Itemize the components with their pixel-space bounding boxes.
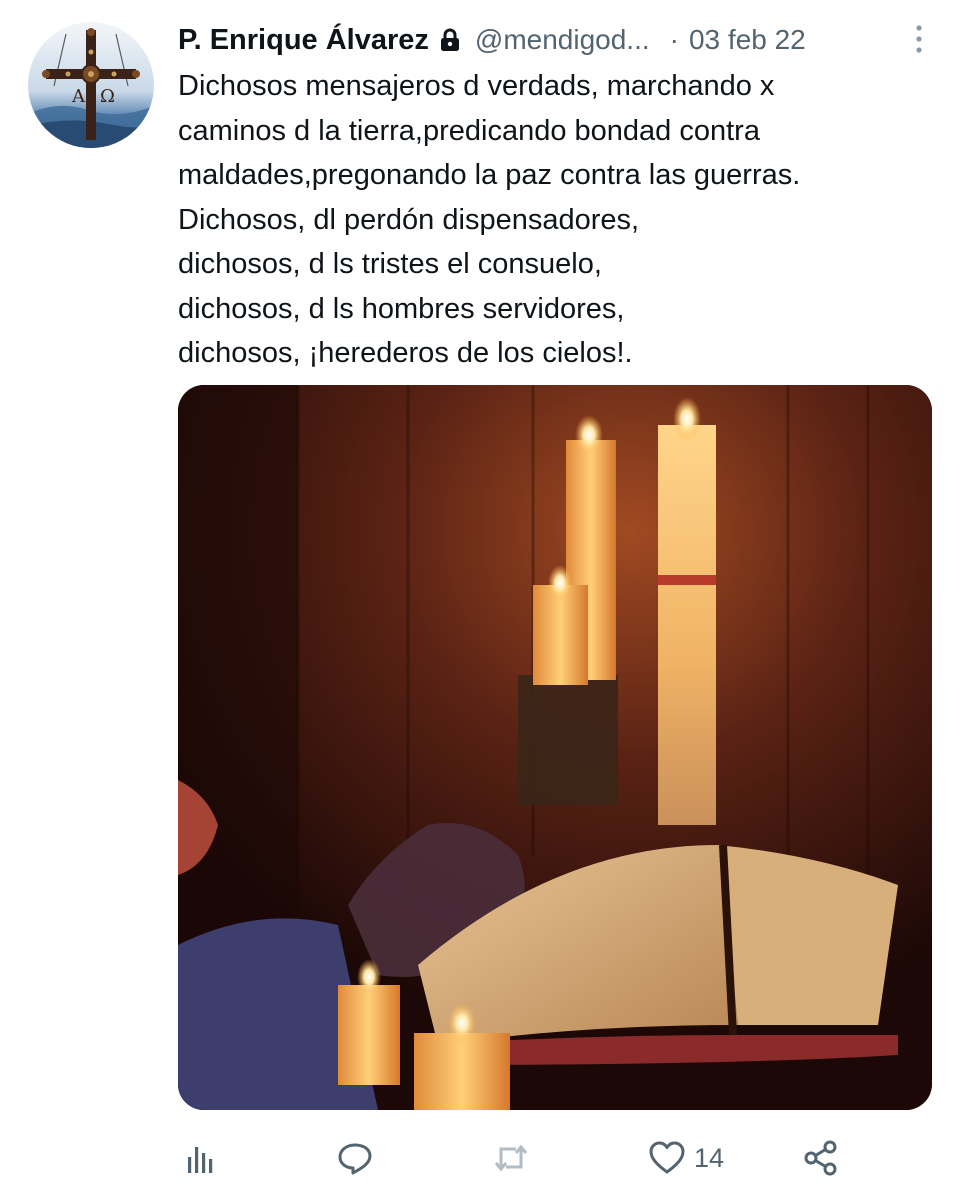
- avatar-cross-image: A Ω: [28, 22, 154, 148]
- tweet-text-line: dichosos, ¡herederos de los cielos!.: [178, 337, 633, 369]
- tweet-text-line: caminos d la tierra,predicando bondad co…: [178, 114, 760, 147]
- tweet-text: Dichosos mensajeros d verdads, marchando…: [178, 64, 918, 376]
- tweet-header: P. Enrique Álvarez @mendigod... · 03 feb…: [178, 18, 938, 62]
- bar-chart-icon: [188, 1147, 213, 1173]
- tweet-text-line: Dichosos, dl perdón dispensadores,: [178, 203, 640, 236]
- avatar-omega-letter: Ω: [100, 86, 115, 107]
- like-count: 14: [694, 1142, 725, 1173]
- share-icon: [804, 1140, 837, 1176]
- author-display-name[interactable]: P. Enrique Álvarez: [178, 24, 429, 57]
- tweet-action-bar: 14: [178, 1128, 938, 1188]
- lock-icon: [439, 28, 461, 52]
- heart-icon: [649, 1141, 685, 1174]
- tweet-text-line: Dichosos mensajeros d verdads, marchando…: [178, 70, 775, 102]
- header-separator: ·: [669, 24, 679, 55]
- candlelit-altar-photo: [178, 385, 932, 1110]
- reply-icon: [338, 1143, 372, 1175]
- author-handle[interactable]: @mendigod...: [475, 24, 650, 56]
- tweet-text-line: maldades,pregonando la paz contra las gu…: [178, 159, 801, 191]
- share-button[interactable]: [802, 1128, 840, 1188]
- tweet-date[interactable]: 03 feb 22: [689, 24, 806, 56]
- tweet-media-photo[interactable]: [178, 385, 932, 1110]
- like-button[interactable]: 14: [648, 1128, 724, 1188]
- retweet-button[interactable]: [492, 1128, 530, 1188]
- avatar[interactable]: A Ω: [28, 22, 154, 148]
- views-button[interactable]: [182, 1128, 220, 1188]
- retweet-icon: [494, 1144, 528, 1172]
- avatar-alpha-letter: A: [71, 86, 86, 107]
- reply-button[interactable]: [336, 1128, 374, 1188]
- more-options-icon[interactable]: [912, 22, 926, 58]
- tweet-text-line: dichosos, d ls tristes el consuelo,: [178, 248, 602, 280]
- tweet-text-line: dichosos, d ls hombres servidores,: [178, 292, 625, 325]
